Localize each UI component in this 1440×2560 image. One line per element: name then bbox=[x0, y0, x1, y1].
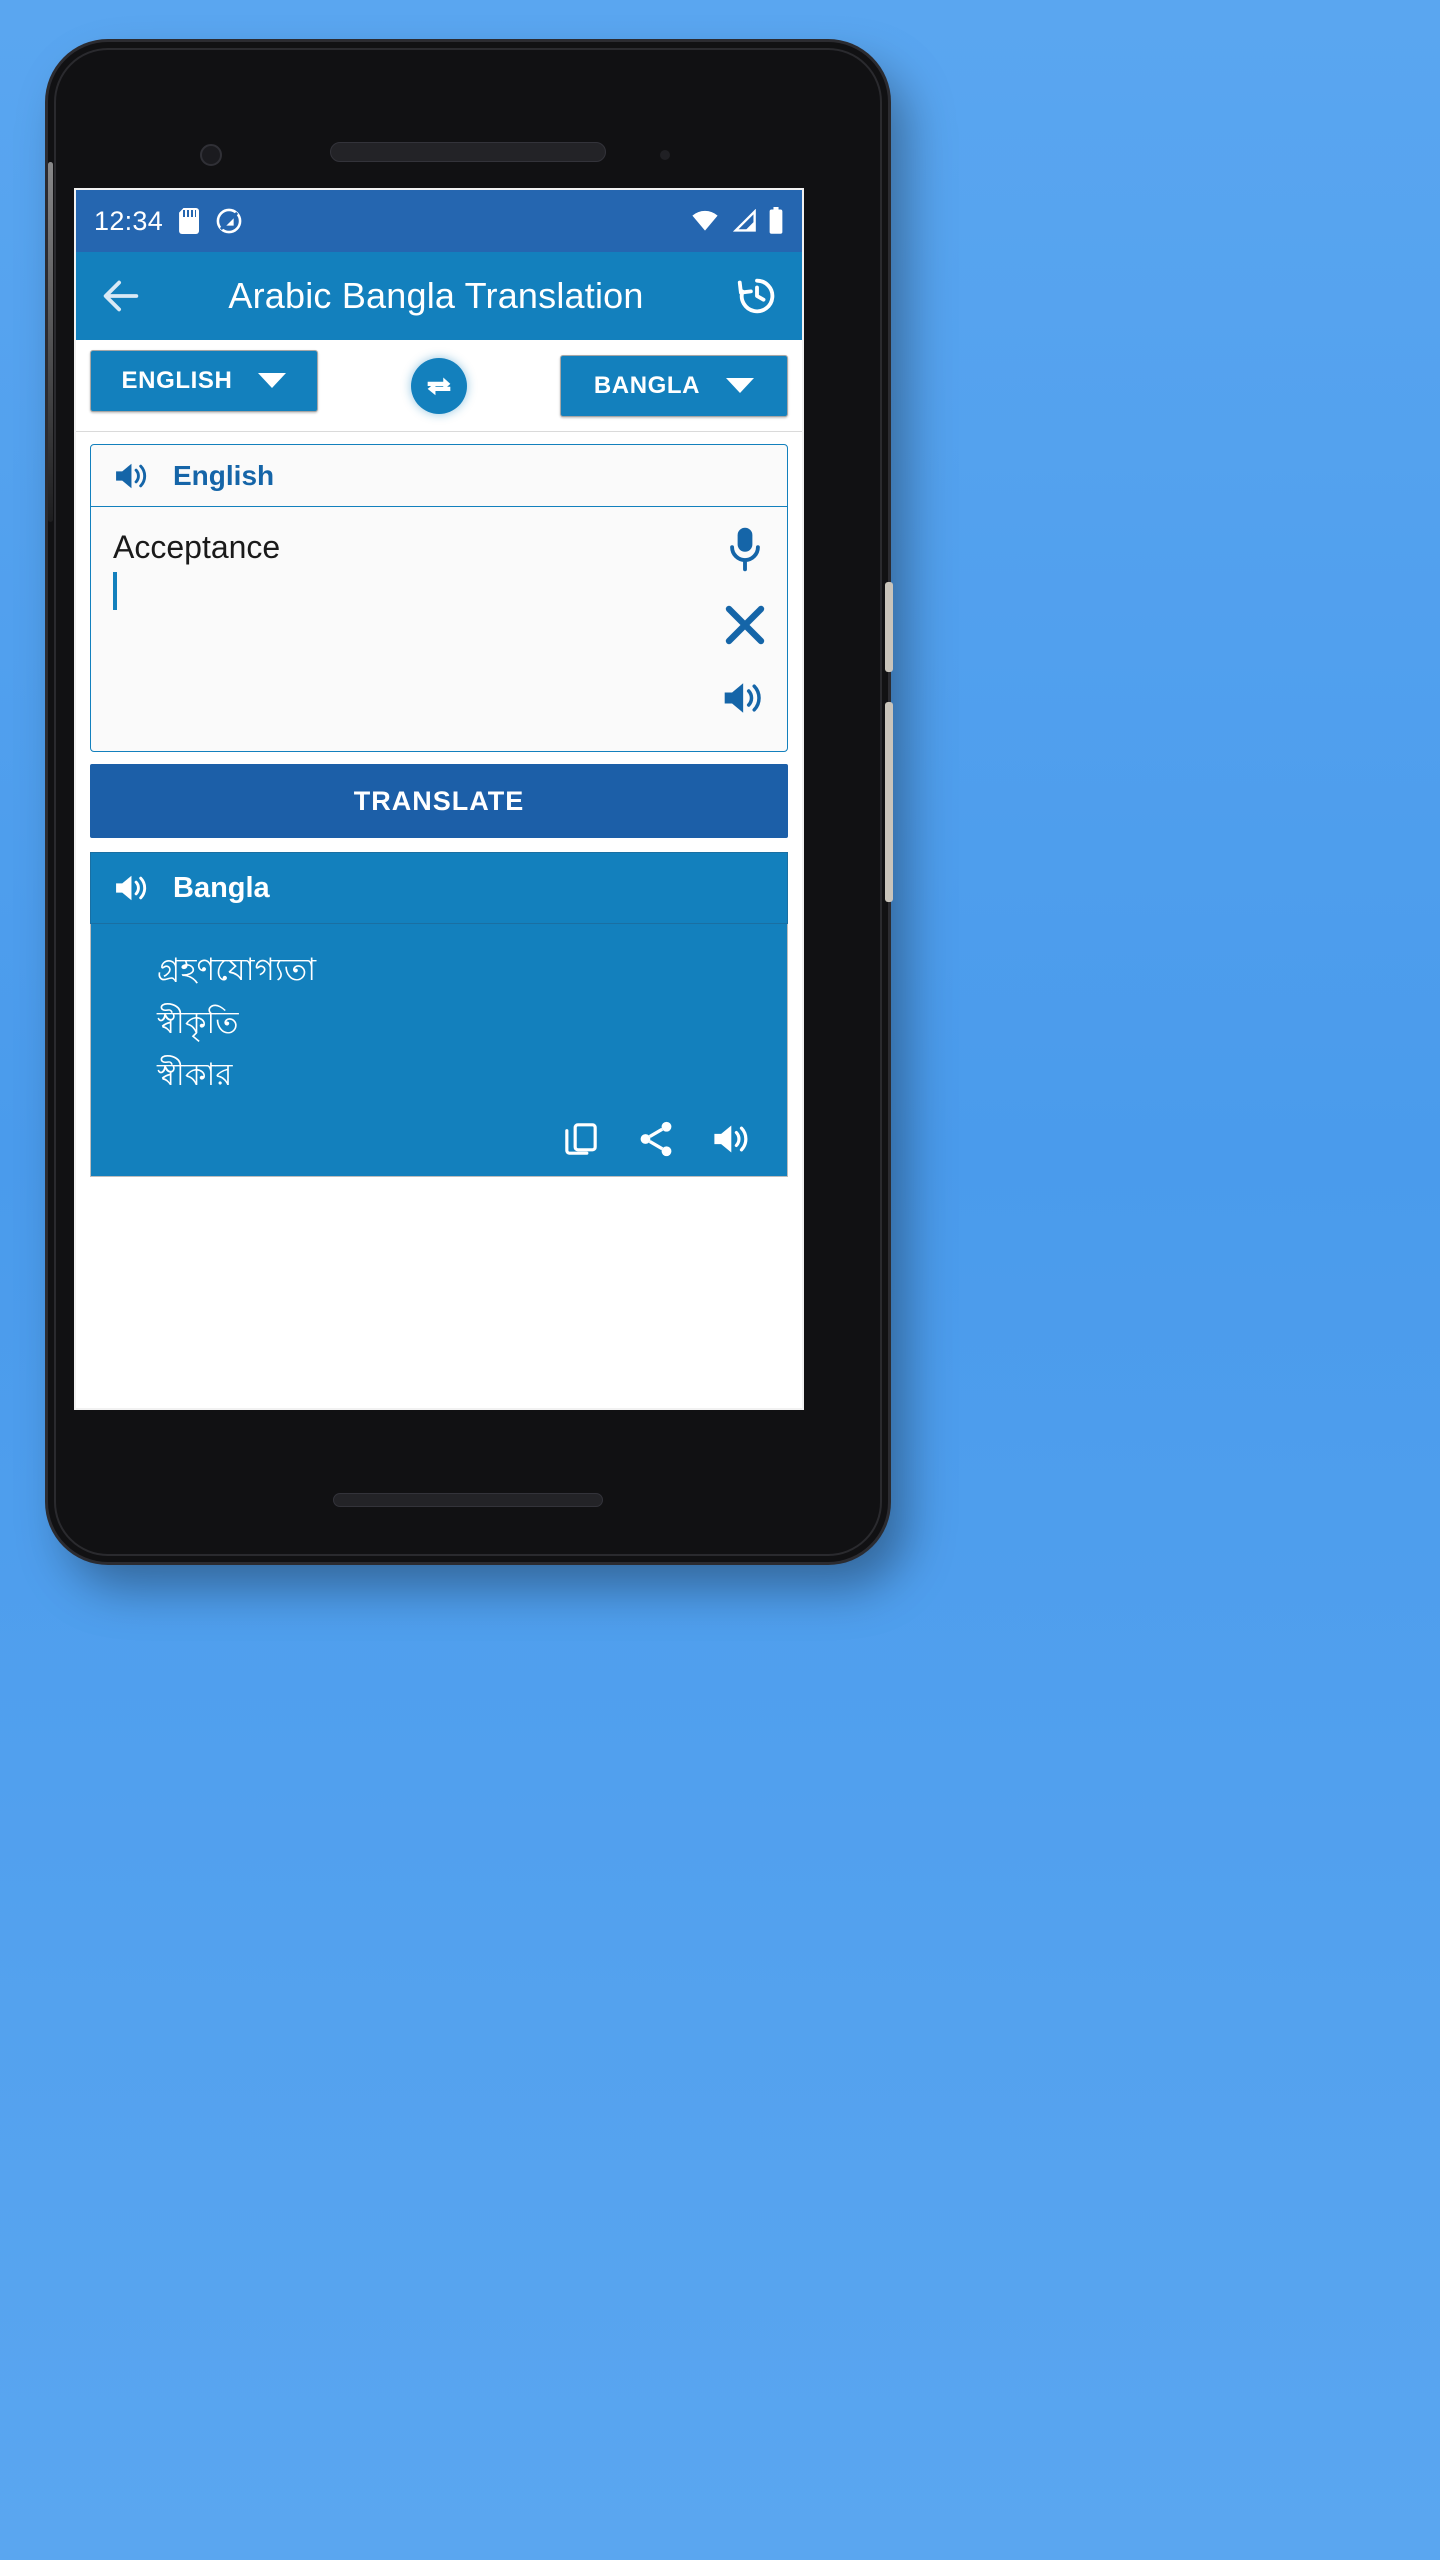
translate-button-label: TRANSLATE bbox=[353, 785, 525, 816]
history-icon[interactable] bbox=[734, 273, 780, 319]
phone-screen: 12:34 Arabic Bangla Translation ENGLISH … bbox=[76, 190, 802, 1408]
proximity-sensor bbox=[660, 150, 670, 160]
copy-icon[interactable] bbox=[561, 1119, 601, 1159]
translate-button[interactable]: TRANSLATE bbox=[90, 764, 788, 838]
language-selector-row: ENGLISH BANGLA bbox=[76, 340, 802, 432]
sd-card-icon bbox=[179, 208, 200, 234]
output-card: Bangla গ্রহণযোগ্যতা স্বীকৃতি স্বীকার bbox=[90, 852, 788, 1177]
translation-line: গ্রহণযোগ্যতা bbox=[157, 952, 317, 987]
clear-icon[interactable] bbox=[721, 601, 769, 649]
text-cursor bbox=[113, 571, 117, 610]
do-not-disturb-icon bbox=[215, 207, 243, 235]
source-language-dropdown[interactable]: ENGLISH bbox=[90, 349, 318, 412]
app-bar: Arabic Bangla Translation bbox=[76, 252, 802, 340]
input-card-header: English bbox=[91, 445, 787, 507]
swap-arrows-icon bbox=[422, 369, 456, 403]
cell-signal-icon bbox=[731, 209, 757, 233]
speaker-icon[interactable] bbox=[721, 677, 769, 719]
home-button-bar[interactable] bbox=[333, 1493, 603, 1507]
input-language-label: English bbox=[173, 459, 275, 491]
speaker-icon[interactable] bbox=[113, 870, 153, 906]
status-bar-left: 12:34 bbox=[94, 206, 243, 237]
target-language-dropdown[interactable]: BANGLA bbox=[560, 354, 788, 417]
chevron-down-icon bbox=[258, 373, 287, 388]
input-card: English Acceptance bbox=[90, 444, 788, 752]
phone-mockup: 12:34 Arabic Bangla Translation ENGLISH … bbox=[48, 42, 893, 1562]
speaker-icon[interactable] bbox=[711, 1120, 755, 1158]
wifi-icon bbox=[690, 209, 720, 233]
source-language-label: ENGLISH bbox=[121, 366, 233, 394]
output-language-label: Bangla bbox=[173, 871, 270, 904]
input-text-value: Acceptance bbox=[113, 529, 281, 565]
back-arrow-icon[interactable] bbox=[98, 273, 144, 319]
target-language-label: BANGLA bbox=[593, 371, 701, 399]
translation-line: স্বীকার bbox=[157, 1057, 233, 1093]
power-button[interactable] bbox=[885, 582, 893, 672]
output-text-area: গ্রহণযোগ্যতা স্বীকৃতি স্বীকার bbox=[90, 924, 788, 1177]
output-actions bbox=[113, 1104, 765, 1160]
phone-edge-highlight bbox=[48, 162, 53, 522]
status-bar: 12:34 bbox=[76, 190, 802, 252]
speaker-icon[interactable] bbox=[113, 458, 153, 494]
earpiece-speaker bbox=[330, 142, 606, 162]
page-title: Arabic Bangla Translation bbox=[228, 275, 644, 316]
text-input-area[interactable]: Acceptance bbox=[91, 507, 787, 751]
microphone-icon[interactable] bbox=[723, 525, 767, 573]
main-content: English Acceptance TRANSLATE Bangla গ্রহ… bbox=[76, 432, 802, 1177]
swap-languages-button[interactable] bbox=[411, 357, 467, 414]
battery-icon bbox=[768, 207, 784, 235]
status-time: 12:34 bbox=[94, 205, 164, 236]
output-card-header: Bangla bbox=[90, 852, 788, 924]
volume-button[interactable] bbox=[885, 702, 893, 902]
input-actions bbox=[721, 525, 769, 719]
chevron-down-icon bbox=[726, 378, 755, 393]
status-bar-right bbox=[690, 207, 784, 235]
front-camera bbox=[200, 144, 222, 166]
translation-line: স্বীকৃতি bbox=[157, 1004, 239, 1040]
share-icon[interactable] bbox=[635, 1118, 677, 1160]
